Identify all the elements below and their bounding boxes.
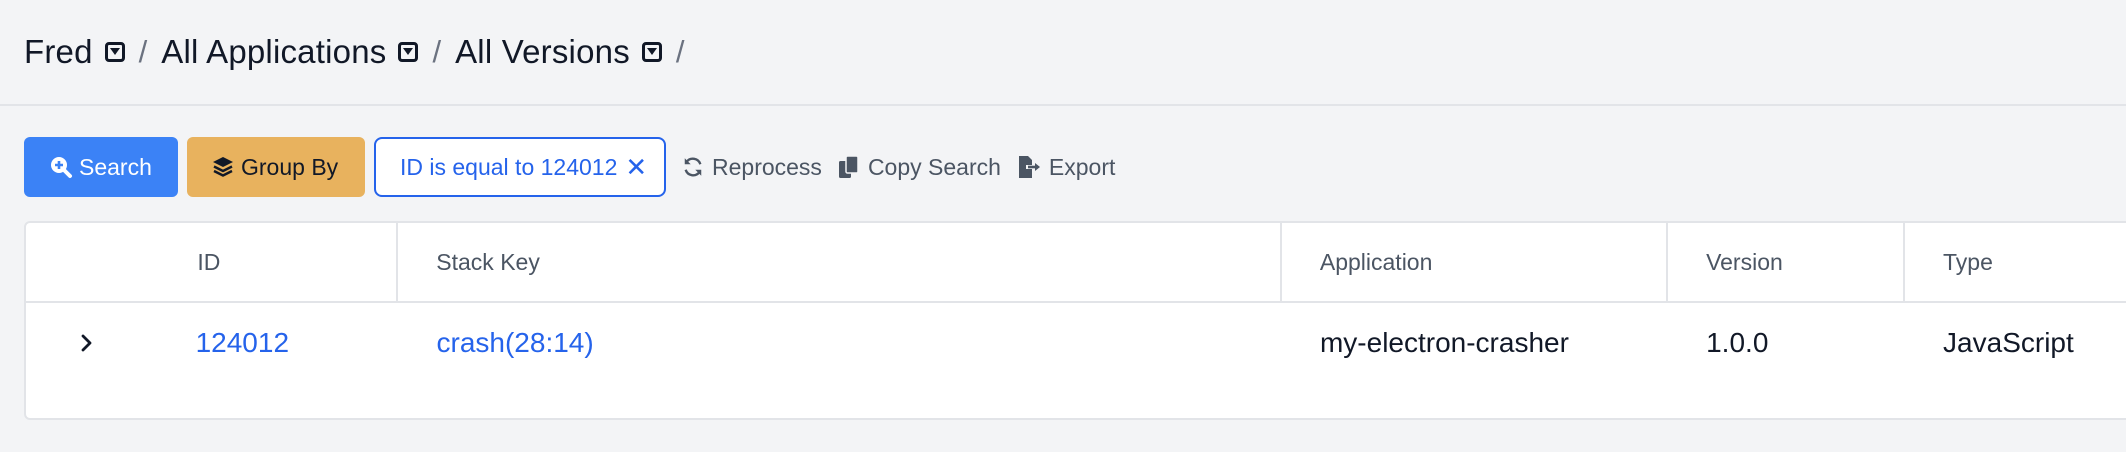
breadcrumb-separator: /: [675, 34, 685, 69]
expand-column-header: [26, 223, 157, 301]
reprocess-label: Reprocess: [712, 153, 822, 180]
row-stack-key-cell: crash(28:14): [397, 303, 1280, 383]
row-id-link[interactable]: 124012: [196, 327, 289, 359]
column-header-id[interactable]: ID: [157, 223, 396, 301]
row-version-cell: 1.0.0: [1706, 327, 1769, 358]
row-type-cell: JavaScript: [1943, 327, 2074, 358]
group-by-button-label: Group By: [241, 153, 339, 180]
caret-square-down-icon[interactable]: [104, 42, 125, 62]
breadcrumb-item-applications[interactable]: All Applications: [161, 33, 419, 71]
search-plus-icon: [49, 155, 73, 179]
export-icon: [1017, 155, 1041, 179]
row-id-cell: 124012: [158, 303, 397, 383]
export-button[interactable]: Export: [1017, 154, 1115, 181]
export-label: Export: [1048, 153, 1116, 180]
breadcrumb-label: All Applications: [161, 33, 387, 70]
toolbar: Search Group By ID is equal to 124012 ✕ …: [24, 137, 1115, 197]
results-table: ID Stack Key Application Version Type 12…: [24, 221, 2126, 420]
copy-search-label: Copy Search: [867, 153, 1001, 180]
column-header-type[interactable]: Type: [1903, 223, 2126, 301]
caret-square-down-icon[interactable]: [641, 42, 662, 62]
filter-chip[interactable]: ID is equal to 124012 ✕: [374, 137, 666, 197]
layers-icon: [211, 155, 235, 179]
chevron-right-icon[interactable]: [26, 303, 158, 383]
breadcrumb-separator: /: [138, 34, 148, 69]
breadcrumb: Fred / All Applications / All Versions /: [0, 0, 2126, 106]
breadcrumb-item-account[interactable]: Fred: [24, 33, 125, 71]
search-button-label: Search: [79, 153, 152, 180]
copy-icon: [838, 155, 860, 179]
breadcrumb-separator: /: [432, 34, 442, 69]
column-header-stack-key[interactable]: Stack Key: [396, 223, 1280, 301]
caret-square-down-icon[interactable]: [398, 42, 419, 62]
group-by-button[interactable]: Group By: [187, 137, 365, 197]
close-icon[interactable]: ✕: [625, 152, 647, 183]
table-row: 124012 crash(28:14) my-electron-crasher …: [26, 303, 2126, 383]
filter-chip-label: ID is equal to 124012: [400, 153, 618, 180]
breadcrumb-label: All Versions: [455, 33, 630, 70]
breadcrumb-item-versions[interactable]: All Versions: [455, 33, 662, 71]
row-stack-key-link[interactable]: crash(28:14): [437, 327, 594, 359]
reprocess-button[interactable]: Reprocess: [682, 154, 822, 181]
row-application-cell: my-electron-crasher: [1319, 327, 1569, 358]
column-header-version[interactable]: Version: [1666, 223, 1903, 301]
copy-search-button[interactable]: Copy Search: [838, 154, 1001, 181]
refresh-icon: [682, 156, 704, 178]
table-header: ID Stack Key Application Version Type: [26, 223, 2126, 303]
search-button[interactable]: Search: [24, 137, 178, 197]
column-header-application[interactable]: Application: [1279, 223, 1666, 301]
breadcrumb-label: Fred: [24, 33, 93, 70]
